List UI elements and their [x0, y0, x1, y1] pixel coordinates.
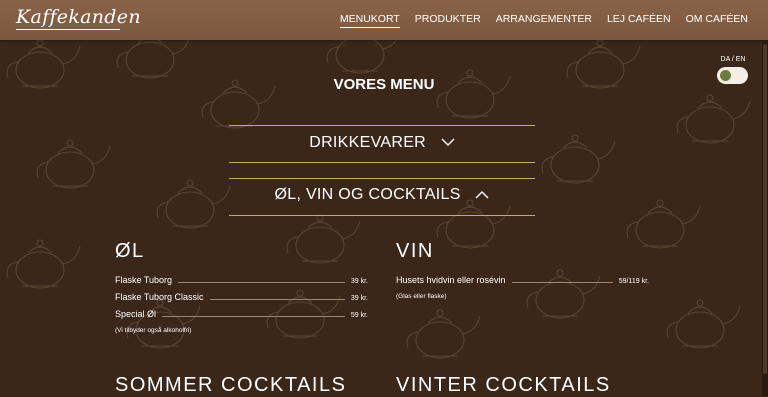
- accordion-ol-vin-cocktails[interactable]: ØL, VIN OG COCKTAILS: [229, 186, 535, 204]
- nav-item-produkter[interactable]: PRODUKTER: [415, 13, 481, 28]
- menu-item: Husets hvidvin eller rosévin 59/119 kr.: [396, 275, 649, 285]
- nav-item-om-cafeen[interactable]: OM CAFÉEN: [686, 13, 748, 28]
- menu-item-name: Husets hvidvin eller rosévin: [396, 275, 506, 285]
- section-title-sommer-cocktails: SOMMER COCKTAILS: [115, 374, 347, 396]
- menu-item-price: 39 kr.: [350, 278, 368, 285]
- menu-item-name: Flaske Tuborg: [115, 275, 173, 285]
- dotted-leader: [178, 282, 345, 283]
- menu-item: Flaske Tuborg Classic 39 kr.: [115, 292, 368, 302]
- accordion-label: ØL, VIN OG COCKTAILS: [274, 186, 461, 203]
- section-title-vinter-cocktails: VINTER COCKTAILS: [396, 374, 611, 396]
- logo-underline: [16, 29, 120, 30]
- accordion-divider: [229, 178, 535, 179]
- logo[interactable]: Kaffekanden: [16, 6, 141, 28]
- section-title-ol: ØL: [115, 240, 145, 262]
- menu-note: (Vi tilbyder også alkoholfri): [115, 327, 192, 334]
- scrollbar-thumb[interactable]: [763, 44, 767, 374]
- nav-item-arrangementer[interactable]: ARRANGEMENTER: [496, 13, 592, 28]
- menu-item-name: Special Øl: [115, 309, 157, 319]
- dotted-leader: [511, 282, 613, 283]
- page-title: VORES MENU: [333, 76, 435, 93]
- accordion-divider: [229, 162, 535, 163]
- site-header: Kaffekanden MENUKORT PRODUKTER ARRANGEME…: [0, 0, 768, 40]
- nav-item-lej-cafeen[interactable]: LEJ CAFÉEN: [607, 13, 671, 28]
- nav-item-menukort[interactable]: MENUKORT: [339, 13, 400, 28]
- chevron-up-icon: [475, 191, 489, 199]
- chevron-down-icon: [441, 138, 455, 147]
- menu-note: (Glas eller flaske): [396, 293, 447, 300]
- accordion-divider: [229, 125, 535, 126]
- language-label: DA / EN: [720, 56, 746, 63]
- section-title-vin: VIN: [396, 240, 434, 262]
- main-nav: MENUKORT PRODUKTER ARRANGEMENTER LEJ CAF…: [325, 13, 748, 28]
- menu-item-price: 59 kr.: [350, 312, 368, 319]
- dotted-leader: [162, 316, 345, 317]
- menu-item-name: Flaske Tuborg Classic: [115, 292, 204, 302]
- accordion-drikkevarer[interactable]: DRIKKEVARER: [229, 134, 535, 152]
- menu-item: Special Øl 59 kr.: [115, 309, 368, 319]
- dotted-leader: [209, 299, 345, 300]
- menu-item-price: 39 kr.: [350, 295, 368, 302]
- accordion-divider: [229, 215, 535, 216]
- accordion-label: DRIKKEVARER: [309, 134, 427, 151]
- menu-item: Flaske Tuborg 39 kr.: [115, 275, 368, 285]
- menu-item-price: 59/119 kr.: [618, 278, 649, 285]
